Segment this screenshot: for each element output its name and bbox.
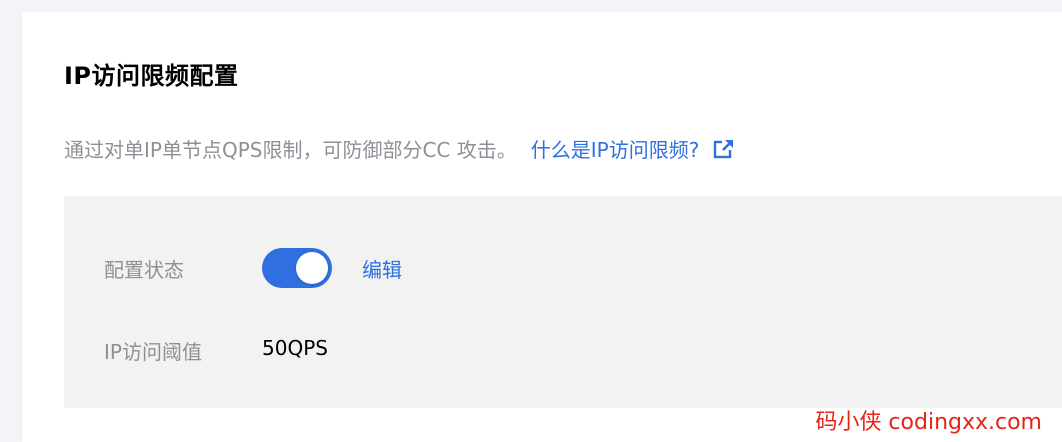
help-link[interactable]: 什么是IP访问限频? <box>531 134 700 163</box>
watermark: 码小侠 codingxx.com <box>815 410 1042 435</box>
status-toggle[interactable] <box>262 248 332 288</box>
description-row: 通过对单IP单节点QPS限制，可防御部分CC 攻击。 什么是IP访问限频? <box>64 134 735 163</box>
toggle-knob <box>296 252 328 284</box>
section-description: 通过对单IP单节点QPS限制，可防御部分CC 攻击。 <box>64 138 517 162</box>
threshold-label: IP访问阈值 <box>104 340 202 364</box>
config-panel: 配置状态 编辑 IP访问阈值 50QPS <box>64 196 1062 408</box>
external-link-icon[interactable] <box>713 138 735 160</box>
edit-button[interactable]: 编辑 <box>362 254 402 283</box>
section-title: IP访问限频配置 <box>64 62 239 90</box>
ip-rate-limit-card: IP访问限频配置 通过对单IP单节点QPS限制，可防御部分CC 攻击。 什么是I… <box>22 12 1062 442</box>
status-label: 配置状态 <box>104 258 184 282</box>
threshold-value: 50QPS <box>262 336 328 360</box>
